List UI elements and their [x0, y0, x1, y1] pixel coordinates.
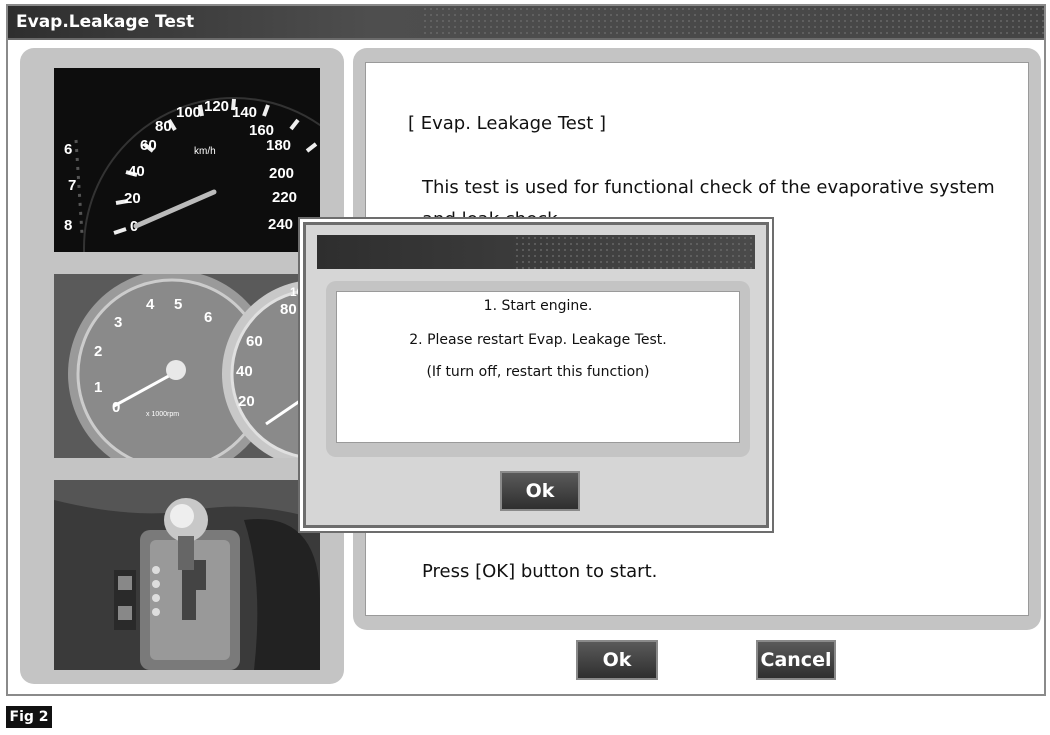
- dialog-ok-button[interactable]: Ok: [500, 471, 580, 511]
- speed-tick: 120: [204, 98, 229, 115]
- speed-tick: 80: [155, 118, 172, 135]
- rpm-tick: 3: [114, 314, 122, 331]
- rpm-tick: 40: [236, 363, 253, 380]
- speed-tick: 40: [128, 163, 145, 180]
- dialog-line-1: 1. Start engine.: [483, 298, 593, 314]
- dialog-line-2: 2. Please restart Evap. Leakage Test.: [409, 332, 667, 348]
- test-heading: [ Evap. Leakage Test ]: [408, 113, 607, 134]
- side-tick: 6: [64, 141, 72, 158]
- speed-tick: 180: [266, 137, 291, 154]
- title-bar: Evap.Leakage Test: [8, 6, 1044, 40]
- dialog-message-box: 1. Start engine. 2. Please restart Evap.…: [326, 281, 750, 457]
- speed-tick: 60: [140, 137, 157, 154]
- rpm-tick: 60: [246, 333, 263, 350]
- restart-dialog: 1. Start engine. 2. Please restart Evap.…: [303, 222, 769, 528]
- speedometer-image: 0 20 40 60 80 100 120 140 160 180 200 22…: [54, 68, 320, 252]
- dialog-line-3: (If turn off, restart this function): [426, 364, 650, 380]
- speed-tick: 140: [232, 104, 257, 121]
- rpm-tick: 1: [94, 379, 102, 396]
- side-tick: 8: [64, 217, 72, 234]
- rpm-unit: x 1000rpm: [146, 411, 179, 418]
- image-panel: 0 20 40 60 80 100 120 140 160 180 200 22…: [20, 48, 344, 684]
- rpm-tick: 6: [204, 309, 212, 326]
- speed-tick: 100: [176, 104, 201, 121]
- side-tick: 7: [68, 177, 76, 194]
- window-title: Evap.Leakage Test: [16, 12, 195, 32]
- rpm-tick: 80: [280, 301, 297, 318]
- speed-tick: 240: [268, 216, 293, 233]
- ok-button[interactable]: Ok: [576, 640, 658, 680]
- test-description: This test is used for functional check o…: [422, 177, 995, 198]
- speed-unit: km/h: [194, 146, 216, 157]
- rpm-tick: 20: [238, 393, 255, 410]
- tachometer-image: 0 1 2 3 4 5 6 80 60 40 20 100 x 1000rpm: [54, 274, 320, 458]
- figure-label: Fig 2: [6, 706, 52, 728]
- cancel-button[interactable]: Cancel: [756, 640, 836, 680]
- gear-shifter-image: [54, 480, 320, 670]
- rpm-tick: 5: [174, 296, 182, 313]
- speed-tick: 20: [124, 190, 141, 207]
- speed-tick: 220: [272, 189, 297, 206]
- dialog-title-bar: [317, 235, 755, 269]
- speed-tick: 200: [269, 165, 294, 182]
- start-instruction: Press [OK] button to start.: [422, 561, 658, 582]
- dialog-message: 1. Start engine. 2. Please restart Evap.…: [336, 291, 740, 443]
- rpm-tick: 2: [94, 343, 102, 360]
- rpm-tick: 4: [146, 296, 155, 313]
